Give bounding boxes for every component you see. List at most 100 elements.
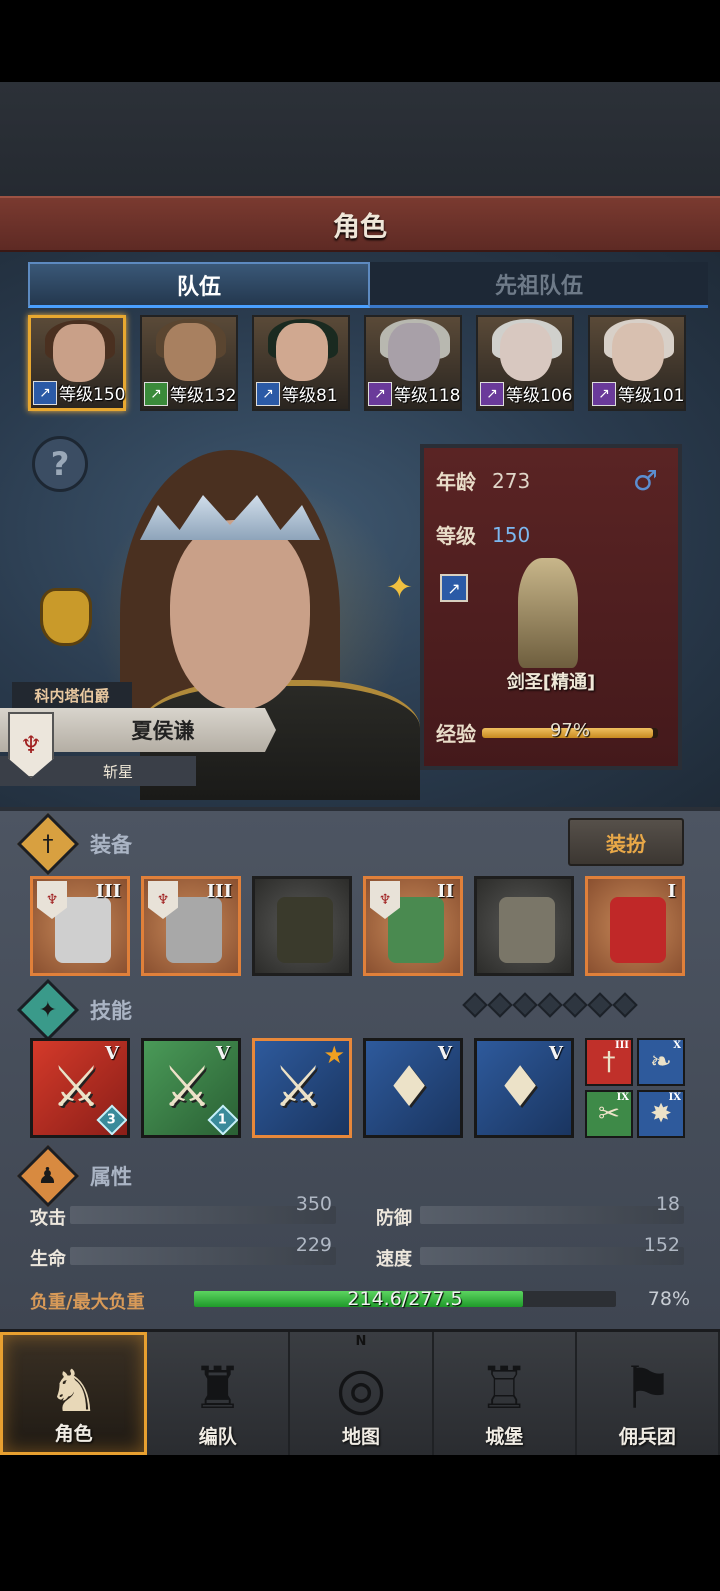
equipment-slot-charm-knot[interactable]: I (585, 876, 685, 976)
equipment-header: † 装备 (16, 812, 132, 876)
skill-blue-gem-claw[interactable]: ♦ V (474, 1038, 574, 1138)
title-bar: 角色 (0, 196, 720, 252)
dress-up-button[interactable]: 装扮 (568, 818, 684, 866)
mini-skill-burst[interactable]: ✸ IX (637, 1090, 685, 1138)
skill-rank: V (216, 1043, 230, 1064)
skill-blue-gem-sword[interactable]: ♦ V (363, 1038, 463, 1138)
male-gender-icon: ♂ (632, 464, 658, 497)
portrait-level-text: 等级106 (506, 386, 573, 406)
class-name[interactable]: 剑圣[精通] (424, 668, 678, 694)
portrait-level-text: 等级81 (282, 386, 338, 406)
skill-blue-strike[interactable]: ⚔ ★ (252, 1038, 352, 1138)
portrait-level-text: 等级132 (170, 386, 237, 406)
skill-red-slash-icon: ⚔ (51, 1055, 102, 1120)
star-badge-icon: ✦ (16, 978, 80, 1042)
hero-info-panel: 年龄 273 ♂ 等级 150 ↗ 剑圣[精通] 经验 97% (420, 444, 682, 770)
staff-class-icon: ↗ (368, 381, 392, 406)
boots-icon (499, 897, 555, 963)
party-member-4[interactable]: ↗ 等级118 (364, 315, 462, 411)
hp-value: 229 (295, 1234, 332, 1256)
mini-skill-sword[interactable]: † III (585, 1038, 633, 1086)
skill-slot-diamond (537, 992, 563, 1018)
star-icon: ★ (323, 1041, 345, 1069)
portrait-face (53, 324, 105, 382)
portrait-face (500, 323, 552, 381)
equipment-title: 装备 (90, 833, 132, 857)
level-row: 等级 150 (436, 520, 530, 549)
equipment-slot-boots[interactable] (474, 876, 574, 976)
mini-skill-claw[interactable]: ❧ X (637, 1038, 685, 1086)
skill-red-slash[interactable]: ⚔ V 3 (30, 1038, 130, 1138)
knight-icon: ♞ (47, 1357, 100, 1425)
hero-portrait-face (170, 520, 310, 710)
party-member-5[interactable]: ↗ 等级106 (476, 315, 574, 411)
mini-skill-grid: † III ❧ X ✂ IX ✸ IX (585, 1038, 685, 1138)
equipment-rank: III (206, 881, 232, 902)
equipment-slot-hood[interactable] (252, 876, 352, 976)
mini-skill-sword-icon: † (602, 1047, 616, 1077)
portrait-level-text: 等级150 (59, 385, 126, 405)
mini-skill-green[interactable]: ✂ IX (585, 1090, 633, 1138)
nav-label: 城堡 (485, 1426, 524, 1448)
tab-team[interactable]: 队伍 (28, 262, 370, 308)
skills-title: 技能 (90, 999, 132, 1023)
charm-knot-icon (610, 897, 666, 963)
mini-skill-rank: IX (616, 1092, 629, 1103)
age-label: 年龄 (436, 470, 476, 494)
skill-blue-gem-sword-icon: ♦ (384, 1055, 435, 1120)
portrait-face (388, 323, 440, 381)
skill-slot-diamond (587, 992, 613, 1018)
speed-stat: 速度 (376, 1245, 412, 1271)
skill-slot-diamond (487, 992, 513, 1018)
pouch-icon[interactable] (40, 588, 92, 646)
compass-north-label: N (355, 1334, 367, 1349)
equipment-slot-axe-weapon[interactable]: ♆ III (30, 876, 130, 976)
load-percent: 78% (647, 1288, 690, 1310)
class-figure (518, 558, 578, 668)
team-tabs: 队伍 先祖队伍 (28, 262, 708, 308)
bottom-black-area (0, 1455, 720, 1591)
hp-stat: 生命 (30, 1245, 66, 1271)
sword-class-icon: ↗ (440, 574, 468, 602)
top-dark-band (0, 82, 720, 196)
party-member-6[interactable]: ↗ 等级101 (588, 315, 686, 411)
compass-map-icon: ◎ (335, 1354, 387, 1422)
mini-skill-claw-icon: ❧ (650, 1047, 672, 1077)
nav-formation[interactable]: ♜ 编队 (147, 1332, 291, 1455)
equipment-slots: ♆ III ♆ III ♆ II I (30, 876, 685, 976)
mini-skill-burst-icon: ✸ (650, 1099, 672, 1129)
skill-green-slash[interactable]: ⚔ V 1 (141, 1038, 241, 1138)
help-button[interactable]: ? (32, 436, 88, 492)
defense-label: 防御 (376, 1208, 412, 1229)
mini-skill-rank: III (614, 1040, 629, 1051)
age-row: 年龄 273 (436, 466, 530, 495)
tab-ancestor-team[interactable]: 先祖队伍 (370, 262, 708, 308)
nav-compass-map[interactable]: N ◎ 地图 (290, 1332, 434, 1455)
equipment-slot-axe-weapon[interactable]: ♆ III (141, 876, 241, 976)
staff-class-icon: ↗ (592, 381, 616, 406)
equipment-slot-armor[interactable]: ♆ II (363, 876, 463, 976)
load-value: 214.6/277.5 (347, 1288, 463, 1310)
party-member-1[interactable]: ↗ 等级150 (28, 315, 126, 411)
attack-label: 攻击 (30, 1208, 66, 1229)
party-member-2[interactable]: ↗ 等级132 (140, 315, 238, 411)
nav-knight[interactable]: ♞ 角色 (0, 1332, 148, 1455)
question-icon: ? (50, 445, 70, 483)
formation-icon: ♜ (191, 1354, 244, 1422)
nav-mercenary-banner[interactable]: ⚑ 佣兵团 (577, 1332, 720, 1455)
speed-value: 152 (643, 1234, 680, 1256)
equipment-rank: I (667, 881, 676, 902)
portrait-level: ↗ 等级101 (592, 381, 684, 406)
nav-castle[interactable]: ♖ 城堡 (434, 1332, 577, 1455)
skill-slot-diamond (462, 992, 488, 1018)
skill-slot-diamond (612, 992, 638, 1018)
status-bar-area (0, 0, 720, 82)
attack-stat: 攻击 (30, 1204, 66, 1230)
nav-label: 编队 (198, 1426, 237, 1448)
skill-rank: V (105, 1043, 119, 1064)
attack-value: 350 (295, 1193, 332, 1215)
age-value: 273 (492, 468, 531, 493)
party-member-3[interactable]: ↗ 等级81 (252, 315, 350, 411)
sword-class-icon: ↗ (144, 381, 168, 406)
page-title: 角色 (333, 211, 387, 243)
